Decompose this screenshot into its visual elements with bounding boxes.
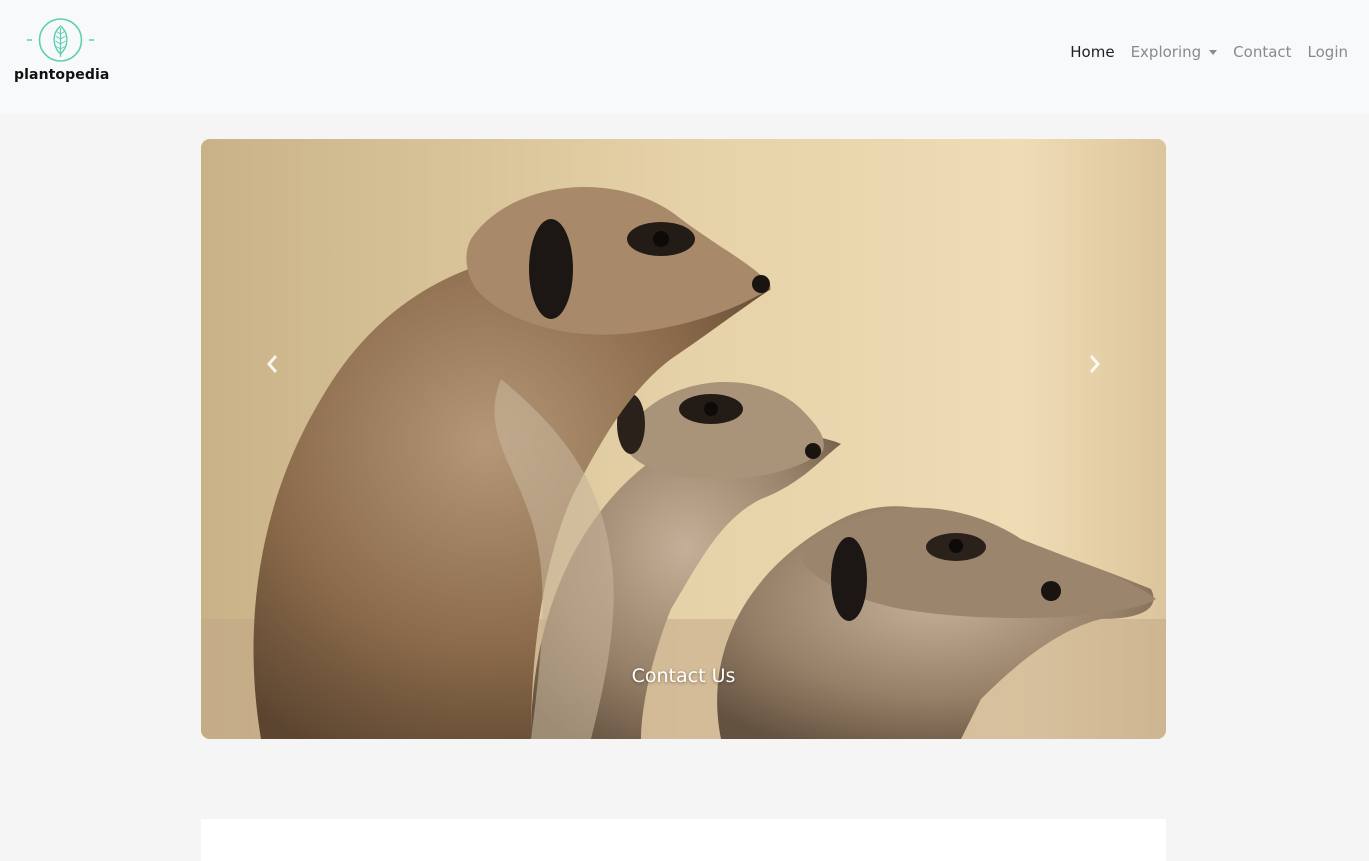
main-nav: Home Exploring Contact Login xyxy=(1070,40,1348,64)
carousel-prev-button[interactable] xyxy=(243,349,303,379)
nav-login[interactable]: Login xyxy=(1308,43,1348,61)
chevron-left-icon xyxy=(267,355,278,373)
nav-exploring-dropdown[interactable]: Exploring xyxy=(1131,43,1218,61)
caret-down-icon xyxy=(1209,49,1218,55)
nav-home[interactable]: Home xyxy=(1070,43,1114,61)
nav-exploring-label: Exploring xyxy=(1130,43,1202,61)
brand-name: plantopedia xyxy=(14,67,110,83)
leaf-icon xyxy=(27,18,94,62)
brand-logo-link[interactable]: plantopedia xyxy=(14,16,110,88)
content-card xyxy=(201,819,1166,861)
meerkats-photo xyxy=(201,139,1166,739)
hero-carousel: Contact Us xyxy=(201,139,1166,739)
chevron-right-icon xyxy=(1089,355,1100,373)
nav-contact[interactable]: Contact xyxy=(1233,43,1291,61)
carousel-next-button[interactable] xyxy=(1064,349,1124,379)
carousel-caption: Contact Us xyxy=(631,665,736,687)
navbar: plantopedia Home Exploring Contact Login xyxy=(0,0,1369,114)
